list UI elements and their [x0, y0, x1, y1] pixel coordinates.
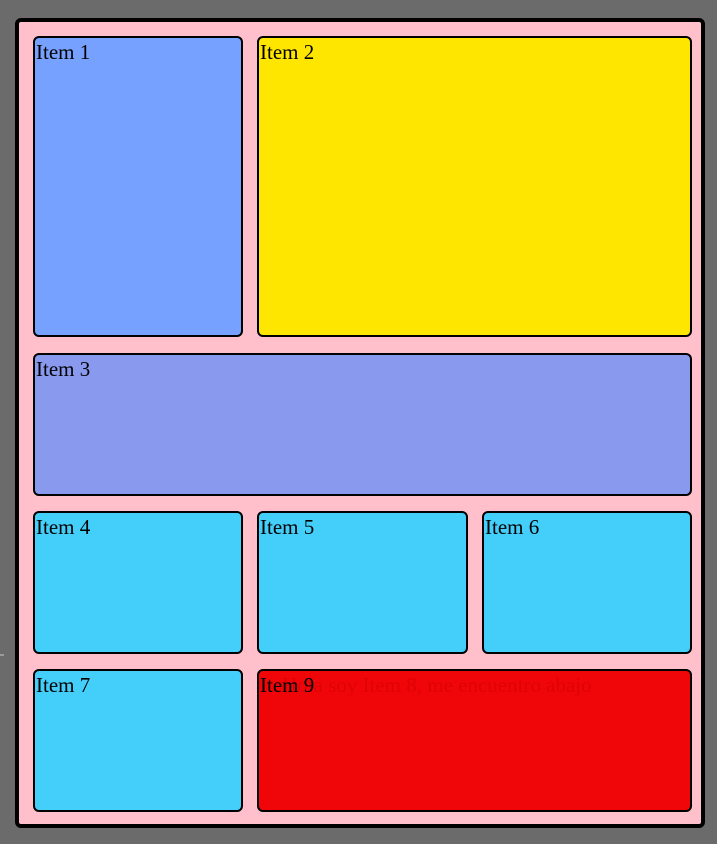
grid-item-2: Item 2: [257, 36, 692, 337]
grid-item-3: Item 3: [33, 353, 692, 496]
grid-item-9-label: Item 9: [260, 673, 315, 697]
grid-item-5: Item 5: [257, 511, 468, 654]
grid-item-4: Item 4: [33, 511, 243, 654]
grid-item-9: Hola soy Item 8, me encuentro abajo Item…: [257, 669, 692, 812]
grid-item-6-label: Item 6: [485, 515, 540, 539]
grid-item-7-label: Item 7: [36, 673, 91, 697]
grid-item-1-label: Item 1: [36, 40, 91, 64]
grid-item-4-label: Item 4: [36, 515, 91, 539]
grid-item-2-label: Item 2: [260, 40, 315, 64]
grid-item-7: Item 7: [33, 669, 243, 812]
grid-item-6: Item 6: [482, 511, 692, 654]
grid-item-5-label: Item 5: [260, 515, 315, 539]
grid-item-1: Item 1: [33, 36, 243, 337]
left-edge-divider: [0, 654, 4, 656]
grid-container: Item 1 Item 2 Item 3 Item 4 Item 5 Item …: [15, 18, 705, 828]
hidden-item-8-text: Hola soy Item 8, me encuentro abajo: [282, 673, 592, 697]
grid-item-3-label: Item 3: [36, 357, 91, 381]
